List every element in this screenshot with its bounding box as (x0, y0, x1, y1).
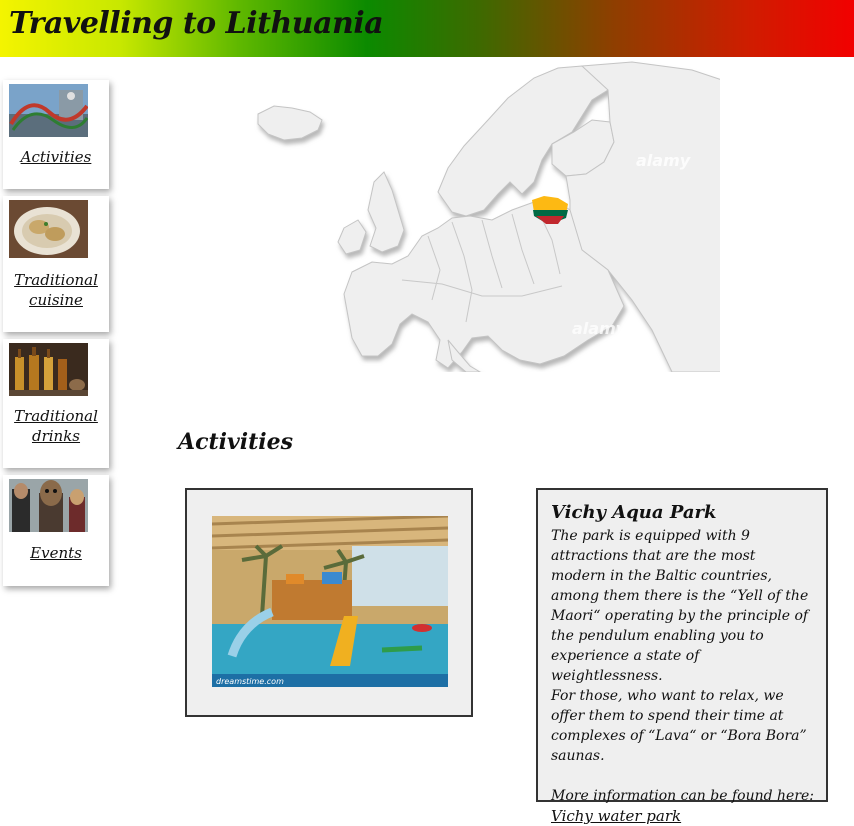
aqua-park-photo: dreamstime.com (212, 516, 448, 687)
sidebar-item-activities[interactable]: Activities (3, 80, 109, 189)
bottles-photo[interactable] (9, 343, 88, 396)
header-banner: Travelling to Lithuania (0, 0, 854, 57)
photo-watermark: dreamstime.com (216, 677, 284, 686)
water-slide-photo[interactable] (9, 84, 88, 137)
section-title: Activities (178, 429, 294, 455)
dumplings-photo[interactable] (9, 200, 88, 258)
sidebar-item-label[interactable]: Activities (3, 147, 109, 167)
sidebar-item-label[interactable]: Events (3, 543, 109, 563)
sidebar-item-traditional-cuisine[interactable]: Traditional cuisine (3, 196, 109, 332)
sidebar-item-label[interactable]: Traditional drinks (3, 406, 109, 446)
map-watermark: alamy (572, 319, 627, 338)
vichy-water-park-link[interactable]: Vichy water park (551, 806, 681, 826)
info-body-paragraph: The park is equipped with 9 attractions … (551, 528, 809, 684)
page-title: Travelling to Lithuania (9, 6, 384, 41)
info-title: Vichy Aqua Park (551, 502, 717, 523)
info-more-text: More information can be found here: (551, 788, 815, 804)
sidebar-item-label[interactable]: Traditional cuisine (3, 270, 109, 310)
info-body-paragraph: For those, who want to relax, we offer t… (551, 688, 807, 764)
europe-map: alamy alamy (257, 61, 720, 372)
map-watermark: alamy (636, 151, 691, 170)
masks-photo[interactable] (9, 479, 88, 532)
sidebar-item-traditional-drinks[interactable]: Traditional drinks (3, 339, 109, 468)
info-panel: Vichy Aqua Park The park is equipped wit… (536, 488, 828, 825)
sidebar-item-events[interactable]: Events (3, 475, 109, 586)
photo-frame: dreamstime.com (185, 488, 473, 717)
